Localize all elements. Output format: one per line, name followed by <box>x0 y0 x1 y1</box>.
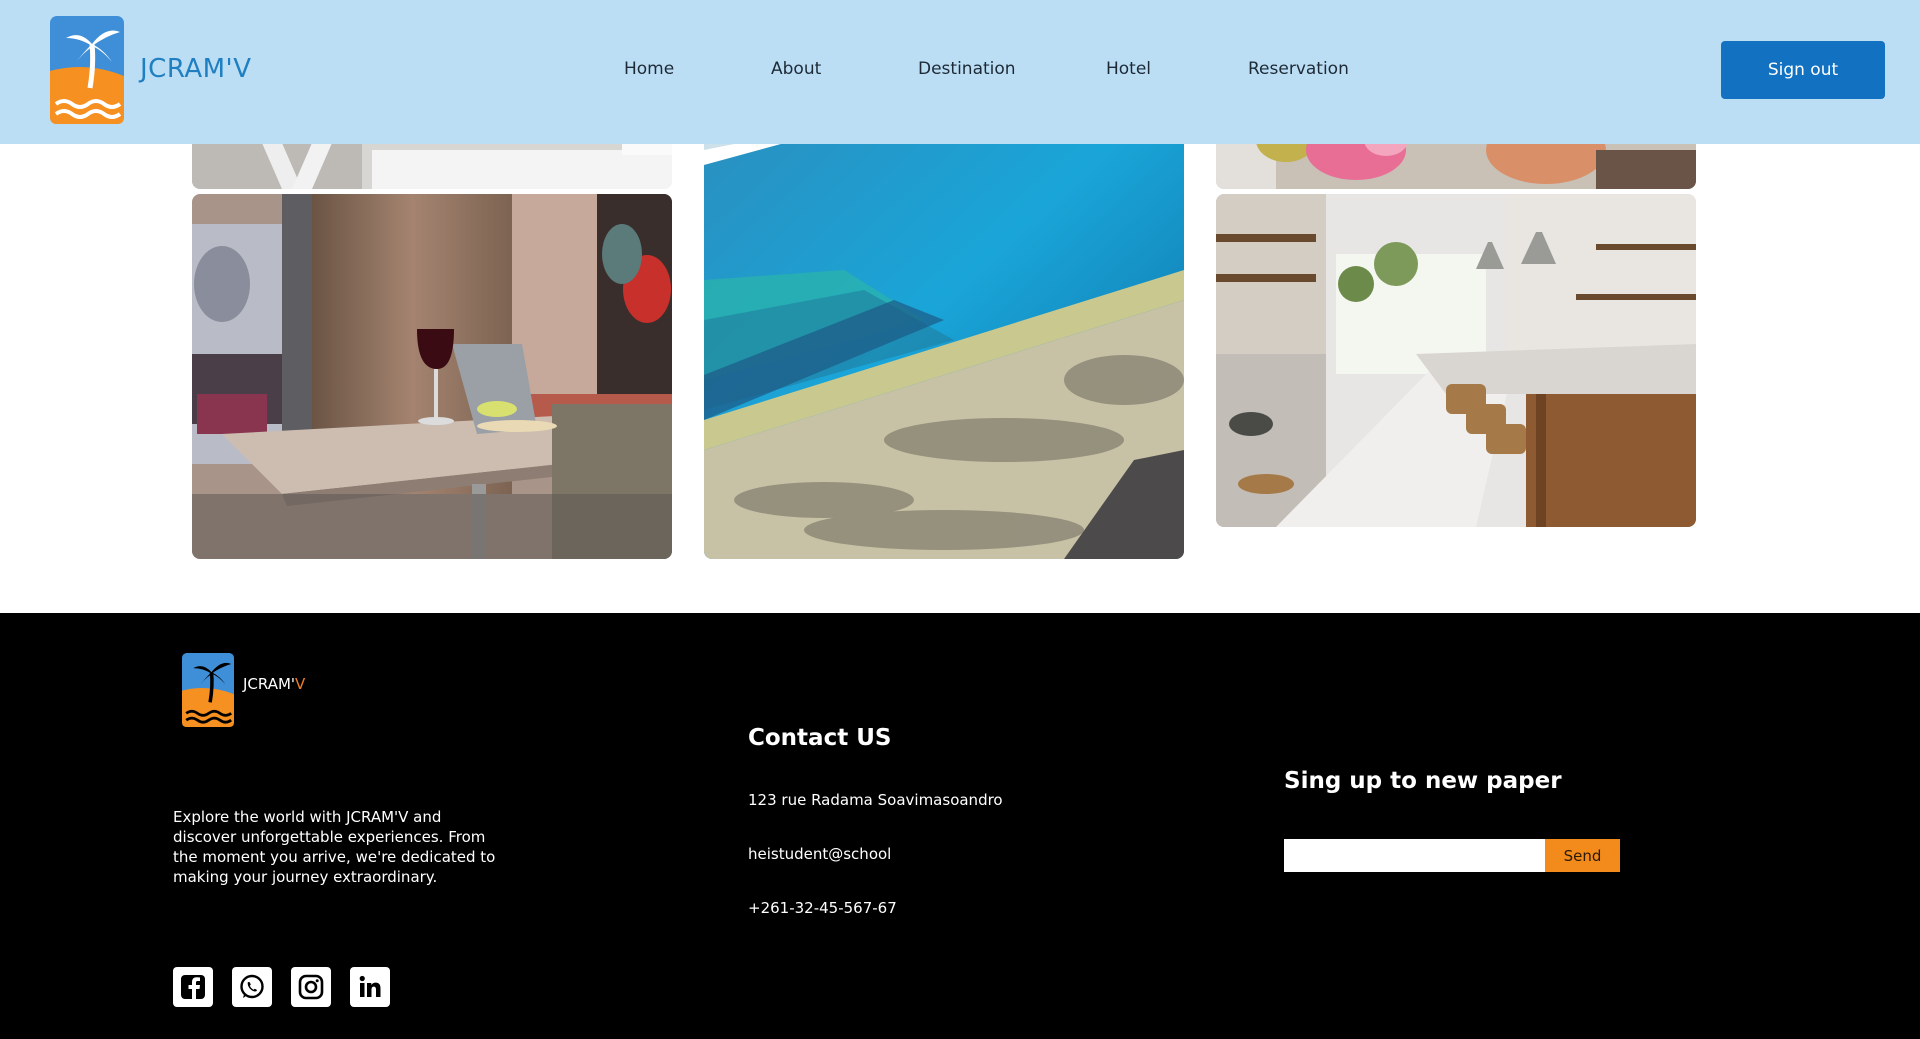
instagram-icon[interactable] <box>291 967 331 1007</box>
kitchen-photo <box>1216 194 1696 527</box>
nav-hotel[interactable]: Hotel <box>1106 59 1151 79</box>
site-header: JCRAM'V Home About Destination Hotel Res… <box>0 0 1920 144</box>
palm-logo-icon[interactable] <box>50 16 124 124</box>
social-links <box>173 967 390 1007</box>
nav-home[interactable]: Home <box>624 59 674 79</box>
newsletter-email-input[interactable] <box>1284 839 1545 872</box>
pool-photo <box>704 120 1184 559</box>
nav-destination[interactable]: Destination <box>918 59 1016 79</box>
contact-title: Contact US <box>748 725 892 751</box>
contact-phone[interactable]: +261-32-45-567-67 <box>748 899 897 917</box>
contact-email[interactable]: heistudent@school <box>748 845 891 863</box>
footer-brand-accent: V <box>295 675 306 693</box>
footer-description: Explore the world with JCRAM'V and disco… <box>173 808 496 886</box>
linkedin-icon[interactable] <box>350 967 390 1007</box>
site-footer: JCRAM'V Explore the world with JCRAM'V a… <box>0 613 1920 1039</box>
newsletter-title: Sing up to new paper <box>1284 768 1562 794</box>
sign-out-button[interactable]: Sign out <box>1721 41 1885 99</box>
facebook-icon[interactable] <box>173 967 213 1007</box>
contact-address: 123 rue Radama Soavimasoandro <box>748 791 1003 809</box>
footer-brand-main: JCRAM' <box>243 675 296 693</box>
palm-logo-icon[interactable] <box>182 653 234 727</box>
footer-brand-name: JCRAM'V <box>243 675 305 693</box>
nav-about[interactable]: About <box>771 59 821 79</box>
newsletter-send-button[interactable]: Send <box>1545 839 1620 872</box>
room-table-photo <box>192 194 672 559</box>
whatsapp-icon[interactable] <box>232 967 272 1007</box>
brand-name[interactable]: JCRAM'V <box>140 54 252 84</box>
nav-reservation[interactable]: Reservation <box>1248 59 1349 79</box>
